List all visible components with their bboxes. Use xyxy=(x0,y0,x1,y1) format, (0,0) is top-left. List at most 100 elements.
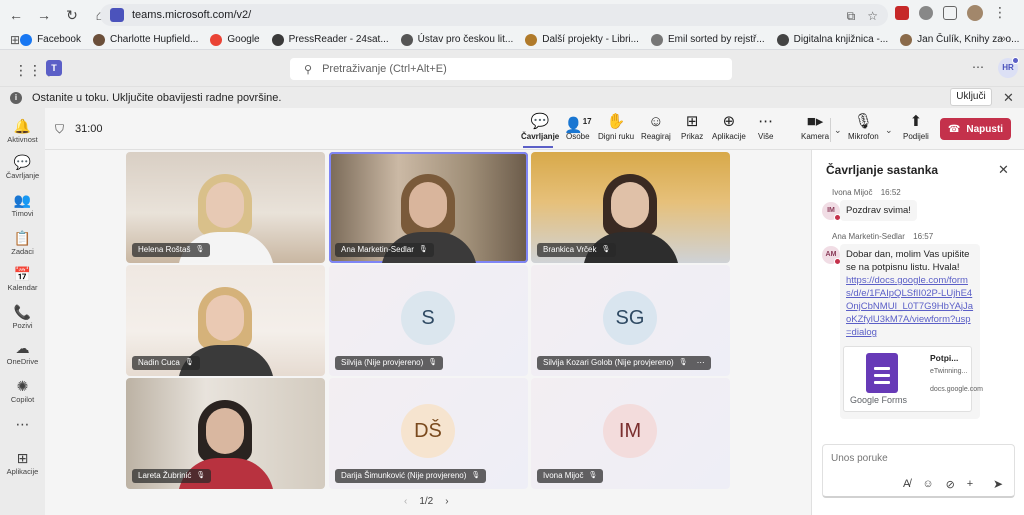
share-button[interactable]: ⬆ Podijeli xyxy=(903,112,929,141)
participant-tile[interactable]: Lareta Žubrinić 🎙 xyxy=(126,378,325,489)
search-box[interactable]: ⚲ Pretraživanje (Ctrl+Alt+E) xyxy=(290,58,732,80)
participant-tile[interactable]: S Silvija (Nije provjereno) 🎙 xyxy=(329,265,528,376)
rail-item-onedrive[interactable]: ☁ OneDrive xyxy=(0,340,45,366)
participant-name: Brankica Vrček xyxy=(543,245,597,254)
participant-video-face xyxy=(206,182,244,228)
more-icon: ⋯ xyxy=(15,416,30,432)
rail-item-kalendar[interactable]: 📅 Kalendar xyxy=(0,266,45,292)
site-icon xyxy=(110,8,124,22)
rail-item-timovi[interactable]: 👥 Timovi xyxy=(0,192,45,218)
card-domain: docs.google.com xyxy=(930,386,983,393)
bookmark-label: Charlotte Hupfield... xyxy=(109,34,199,45)
participant-more-icon[interactable]: ⋯ xyxy=(697,356,705,370)
participant-tile[interactable]: DŠ Darija Šimunković (Nije provjereno) 🎙 xyxy=(329,378,528,489)
avatar[interactable]: IM xyxy=(822,202,841,221)
participant-tile[interactable]: Nadin Cuca 🎙 xyxy=(126,265,325,376)
raise-hand-label: Digni ruku xyxy=(598,132,635,141)
camera-button[interactable]: ■▸ Kamera xyxy=(801,112,829,141)
toolbar-divider xyxy=(830,118,831,142)
card-title: Potpi... xyxy=(930,353,959,363)
bookmark-favicon-icon xyxy=(210,33,223,46)
bookmark-item[interactable]: Ústav pro českou lit... xyxy=(400,33,513,46)
emoji-icon[interactable]: ☺ xyxy=(922,478,933,491)
extension-icon[interactable] xyxy=(919,5,933,20)
bookmark-item[interactable]: Google xyxy=(210,33,260,46)
bookmark-star-icon[interactable]: ☆ xyxy=(867,9,878,24)
rail-item-label: Aplikacije xyxy=(6,467,39,476)
participant-tile[interactable]: IM Ivona Mijoč 🎙 xyxy=(531,378,730,489)
bookmark-label: PressReader - 24sat... xyxy=(288,34,389,45)
active-tab-indicator xyxy=(523,146,553,148)
page-indicator: 1/2 xyxy=(419,496,434,507)
card-subtitle: eTwinning... xyxy=(930,368,968,375)
message-input[interactable] xyxy=(831,453,1006,464)
back-icon[interactable]: ← xyxy=(4,3,28,27)
puzzle-icon[interactable] xyxy=(943,5,957,20)
profile-avatar[interactable] xyxy=(967,4,983,21)
participant-tile[interactable]: Brankica Vrček 🎙 xyxy=(531,152,730,263)
raise-hand-button[interactable]: ✋ Digni ruku xyxy=(598,112,634,141)
participant-nameplate: Lareta Žubrinić 🎙 xyxy=(132,469,212,483)
enable-notifications-button[interactable]: Uključi xyxy=(950,88,992,106)
prev-page-icon[interactable]: ‹ xyxy=(404,496,407,507)
bookmark-item[interactable]: PressReader - 24sat... xyxy=(271,33,389,46)
participant-tile[interactable]: Ana Marketin-Sedlar 🎙 xyxy=(329,152,528,263)
rail-item-label: Pozivi xyxy=(12,321,33,330)
participant-video-face xyxy=(409,182,447,228)
participant-tile[interactable]: SG Silvija Kozari Golob (Nije provjereno)… xyxy=(531,265,730,376)
mic-muted-icon: 🎙 xyxy=(418,246,428,253)
more-button[interactable]: ⋯ Više xyxy=(758,112,773,141)
browser-menu-icon[interactable]: ⋮ xyxy=(993,4,1007,21)
react-button[interactable]: ☺ Reagiraj xyxy=(641,112,671,141)
avatar-initials: AM xyxy=(825,251,837,258)
format-icon[interactable]: A̸ xyxy=(903,478,910,491)
camera-options-chevron-icon[interactable]: ⌄ xyxy=(834,125,842,136)
send-icon[interactable]: ➤ xyxy=(993,477,1003,491)
rail-item-čavrljanje[interactable]: 💬 Čavrljanje xyxy=(0,154,45,180)
avatar[interactable]: AM xyxy=(822,246,841,265)
header-more-icon[interactable]: ⋯ xyxy=(972,60,984,74)
install-app-icon[interactable]: ⧉ xyxy=(847,9,856,24)
participant-name: Ana Marketin-Sedlar xyxy=(341,245,414,254)
apps-grid-icon[interactable]: ⊞ xyxy=(10,33,20,47)
view-button[interactable]: ⊞ Prikaz xyxy=(681,112,703,141)
rail-item-zadaci[interactable]: 📋 Zadaci xyxy=(0,230,45,256)
participant-tile[interactable]: Helena Roštaš 🎙 xyxy=(126,152,325,263)
close-icon[interactable]: ✕ xyxy=(1003,90,1014,106)
message-time: 16:52 xyxy=(880,188,901,197)
mic-options-chevron-icon[interactable]: ⌄ xyxy=(885,125,893,136)
bookmark-item[interactable]: Facebook xyxy=(20,33,81,46)
chat-toolbar-button[interactable]: 💬 Čavrljanje xyxy=(521,112,559,141)
bookmark-item[interactable]: Emil sorted by rejstř... xyxy=(650,33,765,46)
loop-icon[interactable]: ⊘ xyxy=(946,478,955,491)
reload-icon[interactable]: ↻ xyxy=(60,3,84,27)
pdf-extension-icon[interactable] xyxy=(895,5,909,20)
people-button[interactable]: 👤17 Osobe xyxy=(564,112,592,141)
rail-item-aktivnost[interactable]: 🔔 Aktivnost xyxy=(0,118,45,144)
add-icon[interactable]: + xyxy=(967,478,973,491)
share-label: Podijeli xyxy=(903,132,929,141)
rail-item-aplikacije[interactable]: ⊞ Aplikacije xyxy=(0,450,45,476)
address-bar[interactable]: teams.microsoft.com/v2/ ⧉ ☆ xyxy=(100,4,888,26)
link-preview-card[interactable]: Google Forms Potpi... eTwinning... docs.… xyxy=(843,346,983,412)
mic-button[interactable]: 🎙 Mikrofon xyxy=(848,112,879,141)
user-avatar[interactable]: HR xyxy=(998,57,1019,78)
bookmark-item[interactable]: Digitalna knjižnica -... xyxy=(776,33,888,46)
participant-name: Lareta Žubrinić xyxy=(138,471,192,480)
leave-button[interactable]: ☎ Napusti xyxy=(940,118,1011,140)
close-icon[interactable]: ✕ xyxy=(998,162,1009,178)
rail-item-more[interactable]: ⋯ xyxy=(0,416,45,433)
rail-item-label: Čavrljanje xyxy=(5,171,40,180)
apps-button[interactable]: ⊕ Aplikacije xyxy=(712,112,746,141)
shield-icon: ⛉ xyxy=(55,122,65,136)
bookmark-item[interactable]: Charlotte Hupfield... xyxy=(92,33,199,46)
rail-item-pozivi[interactable]: 📞 Pozivi xyxy=(0,304,45,330)
forms-link[interactable]: https://docs.google.com/forms/d/e/1FAIpQ… xyxy=(846,274,974,339)
next-page-icon[interactable]: › xyxy=(445,496,448,507)
bookmark-favicon-icon xyxy=(20,33,33,46)
bookmarks-overflow-icon[interactable]: » xyxy=(1000,33,1006,45)
rail-item-copilot[interactable]: ✺ Copilot xyxy=(0,378,45,404)
bookmark-item[interactable]: Další projekty - Libri... xyxy=(525,33,639,46)
forward-icon[interactable]: → xyxy=(32,3,56,27)
mic-muted-icon: 🎙 xyxy=(678,359,688,366)
